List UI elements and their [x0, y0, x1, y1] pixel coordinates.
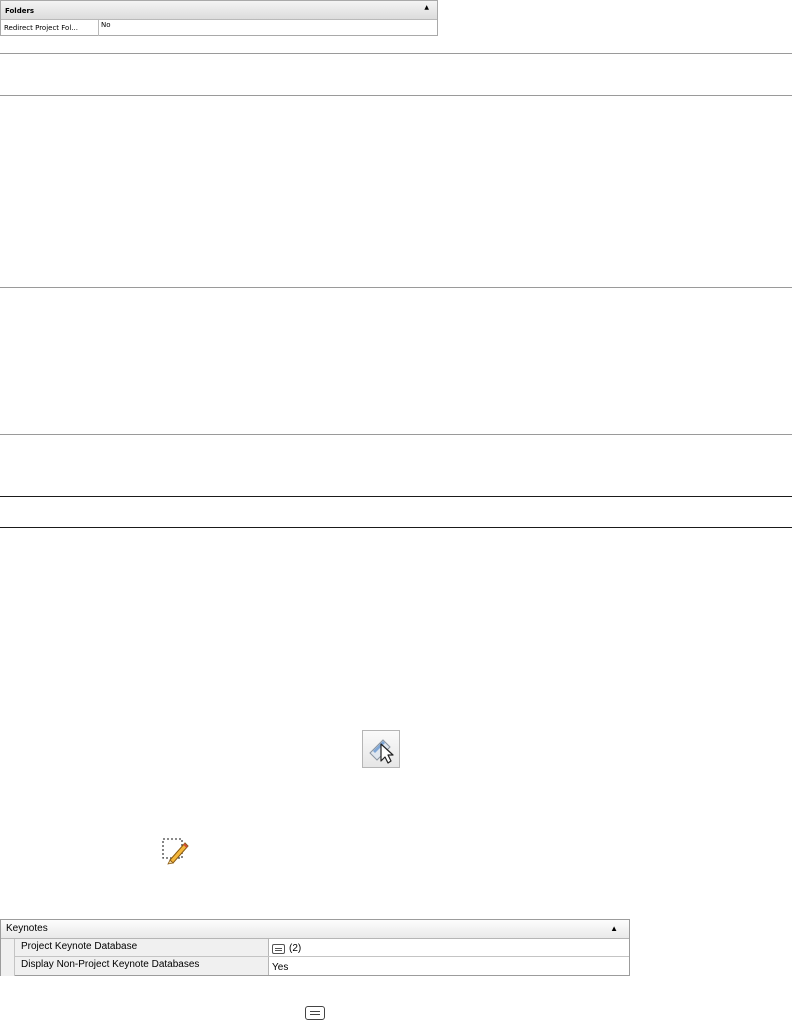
pencil-edit-icon[interactable]	[161, 837, 189, 865]
database-list-icon[interactable]	[305, 1006, 325, 1020]
select-cursor-icon[interactable]	[362, 730, 400, 768]
divider	[0, 95, 792, 96]
database-list-icon[interactable]	[272, 943, 285, 954]
keynotes-property-panel: Keynotes ▲ Project Keynote Database (2) …	[0, 919, 630, 976]
property-row-display-non-project-keynote-databases[interactable]: Display Non-Project Keynote Databases Ye…	[15, 957, 629, 975]
divider	[0, 496, 792, 497]
folders-header[interactable]: Folders ▲	[1, 1, 437, 20]
folders-property-panel: Folders ▲ Redirect Project Fol... No	[0, 0, 438, 36]
property-value[interactable]: (2)	[269, 939, 301, 956]
property-label: Project Keynote Database	[15, 939, 269, 956]
collapse-caret-icon[interactable]: ▲	[424, 4, 429, 11]
property-label: Redirect Project Fol...	[1, 20, 99, 36]
property-value[interactable]: Yes	[269, 957, 288, 975]
property-row[interactable]: Redirect Project Fol... No	[1, 20, 437, 36]
divider	[0, 53, 792, 54]
keynotes-header[interactable]: Keynotes ▲	[1, 920, 629, 939]
divider	[0, 527, 792, 528]
collapse-caret-icon[interactable]: ▲	[610, 924, 618, 933]
property-row-project-keynote-database[interactable]: Project Keynote Database (2)	[15, 939, 629, 957]
divider	[0, 287, 792, 288]
property-value[interactable]: No	[99, 20, 111, 36]
keynotes-title: Keynotes	[6, 923, 48, 934]
keynote-database-count: (2)	[289, 943, 302, 954]
divider	[0, 434, 792, 435]
row-indent	[1, 939, 15, 976]
folders-title: Folders	[5, 7, 35, 15]
property-label: Display Non-Project Keynote Databases	[15, 957, 269, 975]
